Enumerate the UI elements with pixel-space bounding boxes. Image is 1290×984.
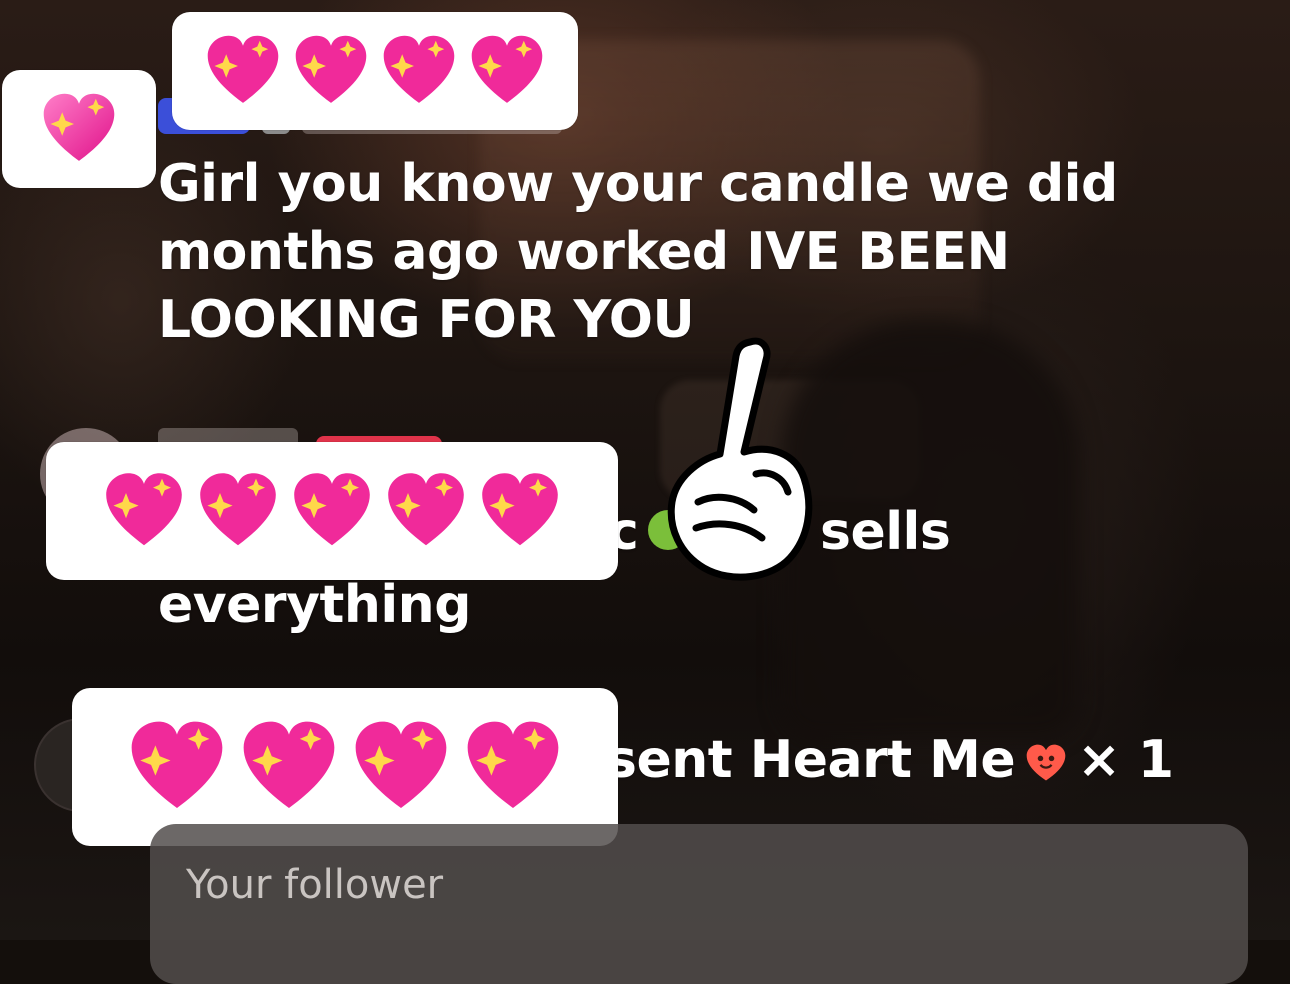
username-redaction-1 xyxy=(172,12,578,130)
sparkling-heart-icon xyxy=(235,713,343,821)
sparkling-heart-icon xyxy=(287,466,377,556)
sparkling-heart-icon xyxy=(459,713,567,821)
heart-me-gift-icon xyxy=(1023,737,1069,783)
pointing-hand-icon xyxy=(658,332,828,592)
sparkling-heart-icon xyxy=(289,29,373,113)
sparkling-heart-icon xyxy=(475,466,565,556)
sparkling-heart-icon xyxy=(193,466,283,556)
message-3-redaction xyxy=(72,688,618,846)
message-2-redaction xyxy=(46,442,618,580)
sparkling-heart-icon xyxy=(347,713,455,821)
follower-notice-panel[interactable]: Your follower xyxy=(150,824,1248,984)
sparkling-heart-icon xyxy=(37,87,121,171)
sparkling-heart-icon xyxy=(99,466,189,556)
gift-message: sent Heart Me × 1 xyxy=(606,728,1174,792)
gift-count: × 1 xyxy=(1077,730,1174,790)
sparkling-heart-icon xyxy=(201,29,285,113)
sparkling-heart-icon xyxy=(465,29,549,113)
gift-message-text: sent Heart Me xyxy=(606,730,1016,790)
sparkling-heart-icon xyxy=(123,713,231,821)
chat-message-2-line2: everything xyxy=(158,575,471,635)
chat-message-1: Girl you know your candle we did months … xyxy=(158,154,1118,350)
follower-label: Your follower xyxy=(186,862,444,908)
sparkling-heart-icon xyxy=(381,466,471,556)
sparkling-heart-icon xyxy=(377,29,461,113)
chat-message-2-tail: sells xyxy=(820,502,951,562)
avatar-redaction-1 xyxy=(2,70,156,188)
